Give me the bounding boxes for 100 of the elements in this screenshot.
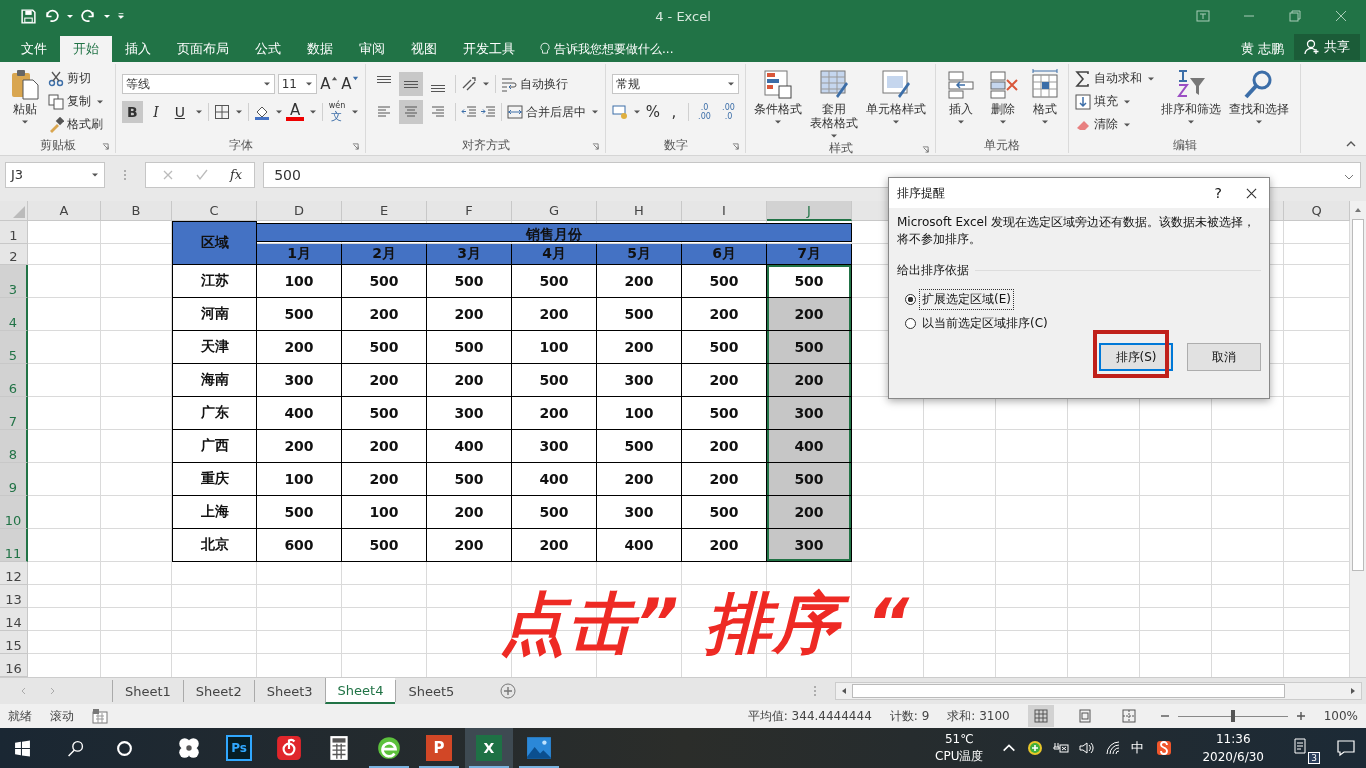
table-cell: 500	[767, 463, 852, 496]
window-title: 4 - Excel	[654, 8, 712, 24]
annotation-text: 点击” 排序 “	[500, 584, 911, 664]
table-cell: 200	[342, 364, 427, 397]
table-cell: 400	[257, 397, 342, 430]
table-cell: 200	[682, 463, 767, 496]
table-cell: 200	[767, 496, 852, 529]
table-cell: 500	[342, 529, 427, 562]
table-cell: 500	[257, 496, 342, 529]
table-cell: 200	[427, 364, 512, 397]
table-header-cell: 2月	[342, 244, 427, 265]
table-cell: 400	[767, 430, 852, 463]
table-cell: 100	[597, 397, 682, 430]
table-cell: 500	[512, 496, 597, 529]
table-cell: 200	[512, 529, 597, 562]
group-label: 剪贴板	[39, 136, 76, 154]
table-cell: 300	[767, 397, 852, 430]
table-cell: 河南	[172, 298, 257, 331]
photoshop-app-icon: Ps	[226, 735, 252, 761]
powerpoint-app-icon: P	[426, 735, 452, 761]
table-cell: 200	[342, 298, 427, 331]
table-cell: 200	[427, 298, 512, 331]
table-cell: 400	[427, 430, 512, 463]
table-cell: 200	[682, 430, 767, 463]
table-cell: 500	[597, 430, 682, 463]
status-text: 滚动	[50, 707, 74, 725]
group-label: 编辑	[1172, 136, 1197, 154]
table-cell: 300	[767, 529, 852, 562]
table-cell: 上海	[172, 496, 257, 529]
table-cell: 600	[257, 529, 342, 562]
table-cell: 500	[427, 463, 512, 496]
table-cell: 200	[512, 397, 597, 430]
table-cell: 300	[512, 430, 597, 463]
table-cell: 500	[597, 298, 682, 331]
table-cell: 200	[342, 463, 427, 496]
table-header-cell: 6月	[682, 244, 767, 265]
table-cell: 200	[682, 529, 767, 562]
table-cell: 500	[342, 397, 427, 430]
table-cell: 江苏	[172, 265, 257, 298]
temperature-label: CPU温度	[935, 748, 984, 765]
table-cell: 北京	[172, 529, 257, 562]
table-cell: 200	[427, 496, 512, 529]
group-label: 对齐方式	[461, 136, 510, 154]
table-cell: 200	[257, 331, 342, 364]
table-cell: 100	[257, 463, 342, 496]
table-cell: 200	[427, 529, 512, 562]
table-cell: 200	[767, 364, 852, 397]
average-text: 平均值: 344.4444444	[747, 707, 872, 725]
table-header-cell: 3月	[427, 244, 512, 265]
table-cell: 重庆	[172, 463, 257, 496]
table-cell: 400	[597, 529, 682, 562]
status-text: 就绪	[8, 707, 32, 725]
table-cell: 广西	[172, 430, 257, 463]
group-label: 字体	[228, 136, 253, 154]
table-cell: 500	[512, 364, 597, 397]
table-cell: 500	[257, 298, 342, 331]
table-cell: 200	[767, 298, 852, 331]
table-cell: 200	[257, 430, 342, 463]
table-header-cell: 销售月份	[257, 223, 852, 242]
table-cell: 200	[682, 364, 767, 397]
group-label: 单元格	[984, 136, 1020, 154]
table-cell: 500	[342, 265, 427, 298]
table-cell: 200	[597, 463, 682, 496]
table-cell: 100	[342, 496, 427, 529]
table-cell: 200	[512, 298, 597, 331]
table-cell: 200	[342, 430, 427, 463]
table-cell: 500	[682, 331, 767, 364]
table-header-cell: 7月	[767, 244, 852, 265]
count-text: 计数: 9	[889, 707, 930, 725]
excel-app-icon: X	[476, 735, 502, 761]
table-header-cell: 1月	[257, 244, 342, 265]
table-cell: 400	[512, 463, 597, 496]
sum-text: 求和: 3100	[947, 707, 1010, 725]
table-cell: 300	[427, 397, 512, 430]
table-cell: 200	[682, 298, 767, 331]
table-cell: 广东	[172, 397, 257, 430]
table-cell: 300	[257, 364, 342, 397]
table-cell: 200	[597, 265, 682, 298]
table-cell: 海南	[172, 364, 257, 397]
temperature-text: 51℃	[944, 731, 974, 748]
group-label: 样式	[828, 139, 853, 157]
table-cell: 500	[512, 265, 597, 298]
table-cell: 500	[767, 265, 852, 298]
table-cell: 500	[682, 397, 767, 430]
table-header-cell: 区域	[172, 221, 257, 265]
table-cell: 300	[597, 496, 682, 529]
table-cell: 300	[597, 364, 682, 397]
table-cell: 100	[257, 265, 342, 298]
table-cell: 100	[512, 331, 597, 364]
table-cell: 500	[682, 496, 767, 529]
group-label: 给出排序依据	[897, 262, 969, 279]
table-cell: 500	[767, 331, 852, 364]
table-cell: 500	[682, 265, 767, 298]
dialog-message: Microsoft Excel 发现在选定区域旁边还有数据。该数据未被选择，将不参加排序。	[897, 214, 1257, 248]
table-cell: 500	[342, 331, 427, 364]
table-cell: 200	[597, 331, 682, 364]
table-cell: 天津	[172, 331, 257, 364]
table-header-cell: 5月	[597, 244, 682, 265]
group-label: 数字	[663, 136, 688, 154]
notification-badge: 3	[1308, 751, 1320, 764]
